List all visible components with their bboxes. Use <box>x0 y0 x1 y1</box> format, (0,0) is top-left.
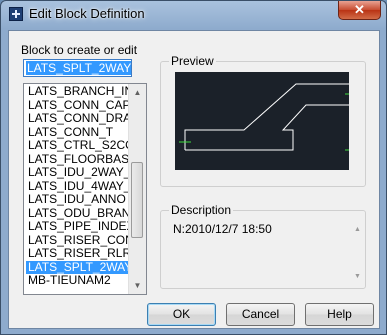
edit-block-definition-dialog: Edit Block Definition ✕ Block to create … <box>0 0 387 335</box>
description-label: Description <box>169 203 234 217</box>
list-item[interactable]: LATS_CONN_T <box>26 126 129 139</box>
list-item-selected[interactable]: LATS_SPLT_2WAY <box>26 260 129 274</box>
list-item[interactable]: LATS_CONN_CAP <box>26 99 129 112</box>
preview-outline-lower <box>185 104 349 151</box>
list-item[interactable]: LATS_CONN_DRAI <box>26 112 129 125</box>
description-area[interactable]: N:2010/12/7 18:50 ▲ ▼ <box>173 222 363 280</box>
list-item[interactable]: MB-TIEUNAM2 <box>26 274 129 287</box>
list-item[interactable]: LATS_ODU_BRANC <box>26 207 129 220</box>
window-title: Edit Block Definition <box>29 6 145 21</box>
close-button[interactable]: ✕ <box>338 1 381 20</box>
scroll-up-arrow[interactable]: ▲ <box>129 84 146 101</box>
dialog-body: Block to create or edit LATS_SPLT_2WAY L… <box>8 30 380 329</box>
block-preview-drawing <box>179 83 349 151</box>
description-scroll-up-arrow[interactable]: ▲ <box>352 226 363 233</box>
list-item[interactable]: LATS_CTRL_S2CO <box>26 139 129 152</box>
list-item[interactable]: LATS_PIPE_INDEX <box>26 220 129 233</box>
close-icon: ✕ <box>354 2 365 17</box>
block-list-items: LATS_BRANCH_INI LATS_CONN_CAP LATS_CONN_DR… <box>24 84 129 294</box>
block-listbox[interactable]: LATS_BRANCH_INI LATS_CONN_CAP LATS_CONN_DR… <box>23 83 147 295</box>
list-item[interactable]: LATS_RISER_RLRC <box>26 247 129 260</box>
preview-canvas <box>175 72 349 170</box>
block-name-value: LATS_SPLT_2WAY <box>26 61 132 75</box>
list-item[interactable]: LATS_FLOORBASE <box>26 153 129 166</box>
app-icon <box>9 7 23 21</box>
preview-label: Preview <box>169 54 216 68</box>
help-button[interactable]: Help <box>305 303 374 326</box>
list-item[interactable]: LATS_RISER_CONT <box>26 234 129 247</box>
scroll-down-arrow[interactable]: ▼ <box>129 277 146 294</box>
list-item[interactable]: LATS_BRANCH_INI <box>26 85 129 98</box>
description-text: N:2010/12/7 18:50 <box>173 222 272 236</box>
scroll-thumb[interactable] <box>131 162 143 238</box>
block-name-input[interactable]: LATS_SPLT_2WAY <box>23 59 132 77</box>
list-item[interactable]: LATS_IDU_4WAY_C <box>26 180 129 193</box>
description-scrollbar[interactable]: ▲ ▼ <box>352 222 363 280</box>
preview-outline-upper <box>184 83 349 150</box>
list-scrollbar[interactable]: ▲ ▼ <box>128 84 146 294</box>
title-bar[interactable]: Edit Block Definition ✕ <box>1 1 386 29</box>
list-item[interactable]: LATS_IDU_2WAY_C <box>26 166 129 179</box>
ok-button[interactable]: OK <box>147 303 216 326</box>
block-name-label: Block to create or edit <box>21 43 138 57</box>
description-scroll-down-arrow[interactable]: ▼ <box>352 273 363 280</box>
cancel-button[interactable]: Cancel <box>226 303 295 326</box>
list-item[interactable]: LATS_IDU_ANNO <box>26 193 129 206</box>
